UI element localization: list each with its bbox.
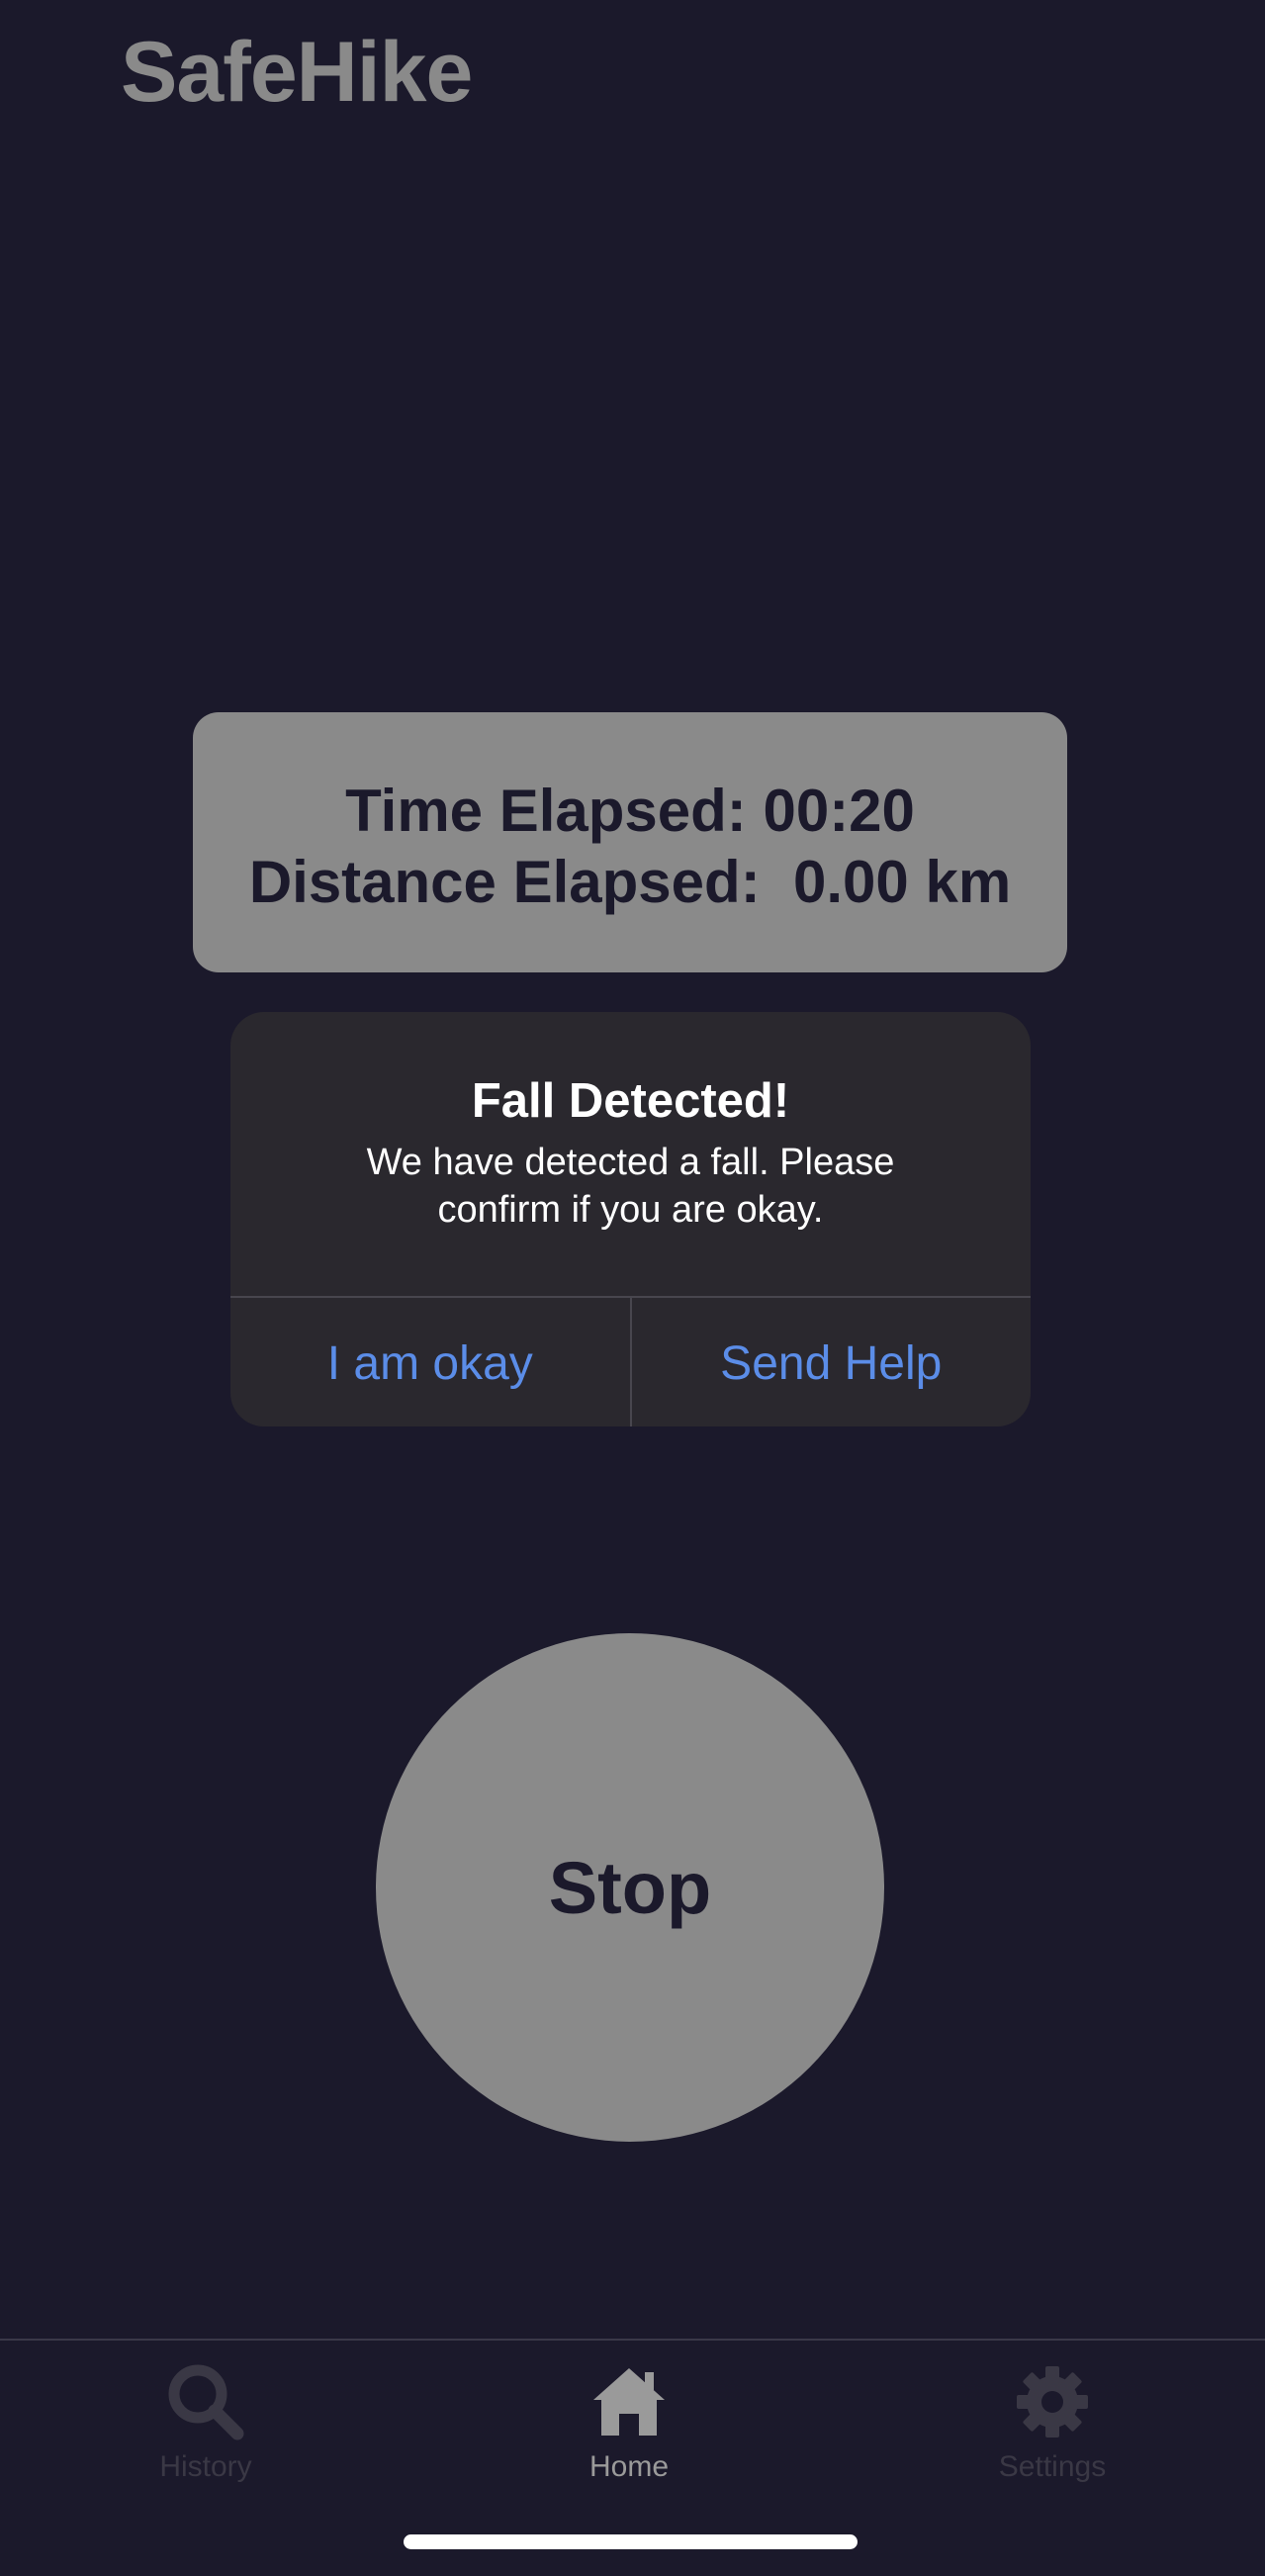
home-indicator xyxy=(404,2534,858,2549)
stats-card: Time Elapsed: 00:20 Distance Elapsed: 0.… xyxy=(193,712,1067,972)
time-elapsed-text: Time Elapsed: 00:20 xyxy=(345,777,915,844)
tab-history-label: History xyxy=(159,2450,252,2483)
tab-home[interactable]: Home xyxy=(510,2360,748,2499)
fall-detected-alert: Fall Detected! We have detected a fall. … xyxy=(230,1012,1031,1426)
stop-button[interactable]: Stop xyxy=(376,1633,884,2142)
distance-elapsed-text: Distance Elapsed: 0.00 km xyxy=(248,848,1012,915)
alert-actions: I am okay Send Help xyxy=(230,1296,1031,1426)
alert-body: Fall Detected! We have detected a fall. … xyxy=(230,1012,1031,1296)
tab-settings-label: Settings xyxy=(998,2450,1107,2483)
alert-message: We have detected a fall. Please confirm … xyxy=(366,1142,895,1231)
app-title: SafeHike xyxy=(121,25,473,120)
send-help-button[interactable]: Send Help xyxy=(629,1298,1032,1426)
i-am-okay-button[interactable]: I am okay xyxy=(230,1298,630,1426)
tab-history[interactable]: History xyxy=(87,2360,324,2499)
stop-button-label: Stop xyxy=(548,1846,712,1929)
tab-home-label: Home xyxy=(588,2450,670,2483)
alert-title: Fall Detected! xyxy=(471,1074,790,1128)
search-icon xyxy=(164,2360,247,2443)
gear-icon xyxy=(1011,2360,1094,2443)
home-icon xyxy=(587,2360,671,2443)
tab-settings[interactable]: Settings xyxy=(934,2360,1171,2499)
